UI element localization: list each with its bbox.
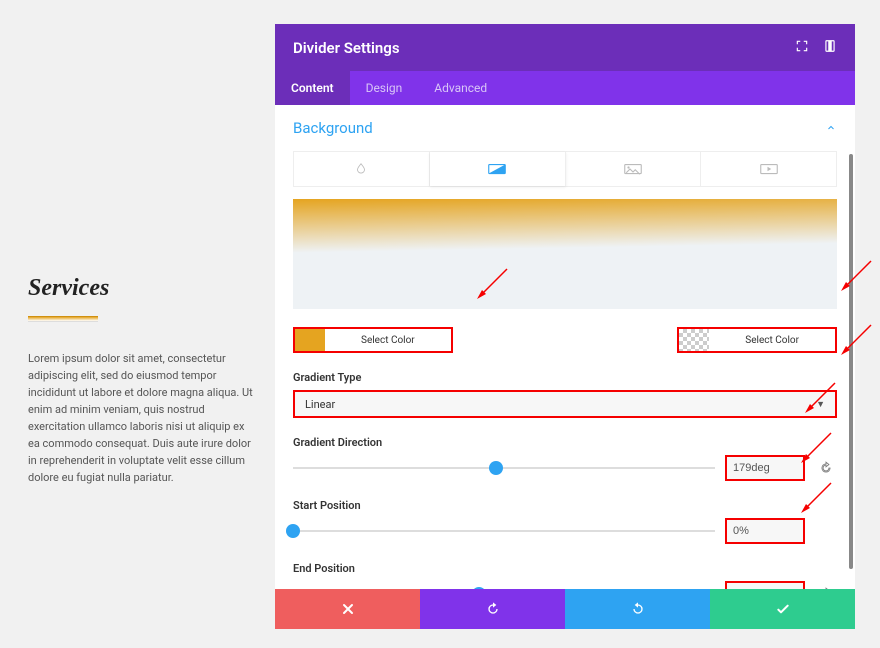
modal-footer [275,589,855,629]
undo-icon [819,461,833,475]
slider-thumb[interactable] [489,461,503,475]
gradient-direction-reset[interactable] [815,457,837,479]
paint-drop-icon [352,162,370,176]
gradient-direction-label: Gradient Direction [293,436,837,449]
start-color-swatch [295,329,325,351]
gradient-icon [488,162,506,176]
video-icon [760,162,778,176]
start-position-slider[interactable] [293,521,715,541]
gradient-start-color-button[interactable]: Select Color [293,327,453,353]
gradient-type-value: Linear [305,398,335,411]
check-icon [775,601,791,617]
bg-tab-color[interactable] [294,152,430,186]
scrollbar-thumb[interactable] [849,154,853,569]
undo-button[interactable] [420,589,565,629]
start-position-input[interactable] [725,518,805,544]
start-position-label: Start Position [293,499,837,512]
bg-tab-image[interactable] [566,152,702,186]
gradient-type-label: Gradient Type [293,371,837,384]
gradient-preview [293,199,837,309]
undo-icon [485,601,501,617]
divider-preview [28,316,98,322]
redo-icon [630,601,646,617]
end-color-swatch [679,329,709,351]
expand-icon[interactable] [795,38,809,57]
modal-title: Divider Settings [293,39,400,57]
modal-body: Background [275,105,855,604]
redo-button[interactable] [565,589,710,629]
tab-content[interactable]: Content [275,71,350,105]
start-color-label: Select Color [325,335,451,346]
image-icon [624,162,642,176]
tab-advanced[interactable]: Advanced [418,71,503,105]
page-lorem-text: Lorem ipsum dolor sit amet, consectetur … [28,350,253,486]
bg-tab-gradient[interactable] [430,152,566,186]
slider-thumb[interactable] [286,524,300,538]
save-button[interactable] [710,589,855,629]
section-toggle-background[interactable]: Background [275,105,855,151]
gradient-end-color-button[interactable]: Select Color [677,327,837,353]
snap-icon[interactable] [823,38,837,57]
end-position-label: End Position [293,562,837,575]
page-section-title: Services [28,275,253,302]
bg-tab-video[interactable] [701,152,836,186]
close-icon [340,601,356,617]
chevron-up-icon [825,122,837,134]
dropdown-triangle-icon: ▼ [816,399,825,410]
section-label: Background [293,119,373,137]
settings-tabs: Content Design Advanced [275,71,855,105]
gradient-type-select[interactable]: Linear ▼ [293,390,837,418]
end-color-label: Select Color [709,335,835,346]
tab-design[interactable]: Design [350,71,419,105]
cancel-button[interactable] [275,589,420,629]
background-type-tabs [293,151,837,187]
divider-settings-modal: Divider Settings Content Design Advanced… [275,24,855,629]
modal-header: Divider Settings [275,24,855,71]
gradient-direction-slider[interactable] [293,458,715,478]
gradient-direction-input[interactable] [725,455,805,481]
